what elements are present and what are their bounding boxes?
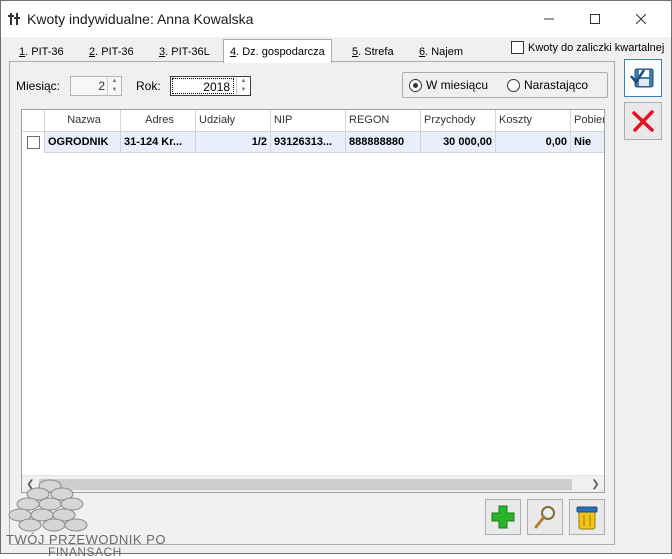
cell-adres: 31-124 Kr... [121,132,196,153]
tab-pit36-b[interactable]: 2. PIT-36 [83,42,140,62]
quarterly-checkbox[interactable]: Kwoty do zaliczki kwartalnej [511,41,664,54]
cell-nip: 93126313... [271,132,346,153]
delete-button[interactable] [569,499,605,535]
maximize-icon [590,13,600,24]
maximize-button[interactable] [572,1,618,36]
minimize-icon [544,18,554,19]
row-checkbox-cell[interactable] [22,132,45,153]
tab-panel: Miesiąc: 2 ▲ ▼ Rok: 2018 ▲ ▼ W miesiącu [6,61,615,558]
header-nip[interactable]: NIP [271,110,346,132]
trash-icon [576,506,598,530]
tab-najem[interactable]: 6. Najem [413,42,469,62]
window-title: Kwoty indywidualne: Anna Kowalska [27,11,254,27]
radio-narastajaco[interactable]: Narastająco [507,78,588,92]
data-grid: Nazwa Adres Udziały NIP REGON Przychody … [21,109,605,493]
minimize-button[interactable] [526,1,572,36]
cell-koszty: 0,00 [496,132,571,153]
radio-button-selected[interactable] [409,78,422,92]
logo-line-2: FINANSACH [48,545,122,559]
year-value: 2018 [203,80,230,94]
cell-pobiera: Nie [574,136,592,148]
radio-button[interactable] [507,78,520,92]
cell-przychody: 30 000,00 [421,132,496,153]
save-button[interactable] [624,59,662,97]
close-button[interactable] [618,1,664,36]
coins-logo-icon [8,479,88,532]
tab-label: . PIT-36 [25,46,64,58]
cancel-button[interactable] [624,102,662,140]
cell-regon: 888888880 [346,132,421,153]
header-regon[interactable]: REGON [346,110,421,132]
radio-label: W miesiącu [426,78,489,92]
month-spinner[interactable]: 2 ▲ ▼ [70,76,122,96]
month-label: Miesiąc: [16,79,61,93]
year-spin-arrows[interactable]: ▲ ▼ [236,77,250,95]
header-udzialy[interactable]: Udziały [196,110,271,132]
spin-down-icon[interactable]: ▼ [237,86,250,95]
logo-text: TWÓJ PRZEWODNIK PO FINANSACH [6,533,176,559]
add-button[interactable] [485,499,521,535]
save-icon [630,68,654,88]
close-icon [636,13,646,24]
header-checkbox-col[interactable] [22,110,45,132]
period-mode-group: W miesiącu Narastająco [402,72,608,98]
tab-label: . Najem [425,46,464,58]
spin-up-icon[interactable]: ▲ [108,77,121,86]
cancel-x-icon [632,110,654,132]
header-nazwa[interactable]: Nazwa [45,110,121,132]
app-icon [8,13,20,25]
preview-button[interactable] [527,499,563,535]
tab-label: . PIT-36 [95,46,134,58]
grid-header: Nazwa Adres Udziały NIP REGON Przychody … [22,110,604,132]
tab-strefa[interactable]: 5. Strefa [346,42,400,62]
table-row[interactable]: OGRODNIK 31-124 Kr... 1/2 93126313... 88… [22,132,604,153]
radio-label: Narastająco [524,78,589,92]
header-przychody[interactable]: Przychody [421,110,496,132]
header-koszty[interactable]: Koszty [496,110,571,132]
tab-dz-gospodarcza[interactable]: 4. Dz. gospodarcza [223,39,332,63]
tab-label: . PIT-36L [165,46,210,58]
radio-w-miesiacu[interactable]: W miesiącu [409,78,488,92]
dialog-window: Kwoty indywidualne: Anna Kowalska 1. PIT… [0,0,672,558]
header-pobiera[interactable]: Pobiera [571,110,604,132]
tab-pit36-a[interactable]: 1. PIT-36 [13,42,70,62]
plus-icon [491,505,515,529]
row-checkbox[interactable] [27,136,40,149]
quarterly-checkbox-label: Kwoty do zaliczki kwartalnej [528,41,665,54]
cell-nazwa: OGRODNIK [45,132,121,153]
tab-label: . Strefa [358,46,394,58]
spin-down-icon[interactable]: ▼ [108,86,121,95]
title-bar: Kwoty indywidualne: Anna Kowalska [1,1,671,37]
magnifier-icon [534,506,555,529]
scroll-right-icon[interactable]: ❯ [587,476,604,492]
spin-up-icon[interactable]: ▲ [237,77,250,86]
logo: TWÓJ PRZEWODNIK PO FINANSACH [4,474,174,558]
year-spinner[interactable]: 2018 ▲ ▼ [170,76,251,96]
tab-label: . Dz. gospodarcza [236,46,325,58]
cell-udzialy: 1/2 [196,132,271,153]
year-label: Rok: [136,79,161,93]
header-adres[interactable]: Adres [121,110,196,132]
month-spin-arrows[interactable]: ▲ ▼ [107,77,121,95]
year-focus-ring: 2018 [172,78,234,94]
month-value: 2 [98,79,105,93]
quarterly-checkbox-box[interactable] [511,41,524,54]
tab-pit36l[interactable]: 3. PIT-36L [153,42,216,62]
